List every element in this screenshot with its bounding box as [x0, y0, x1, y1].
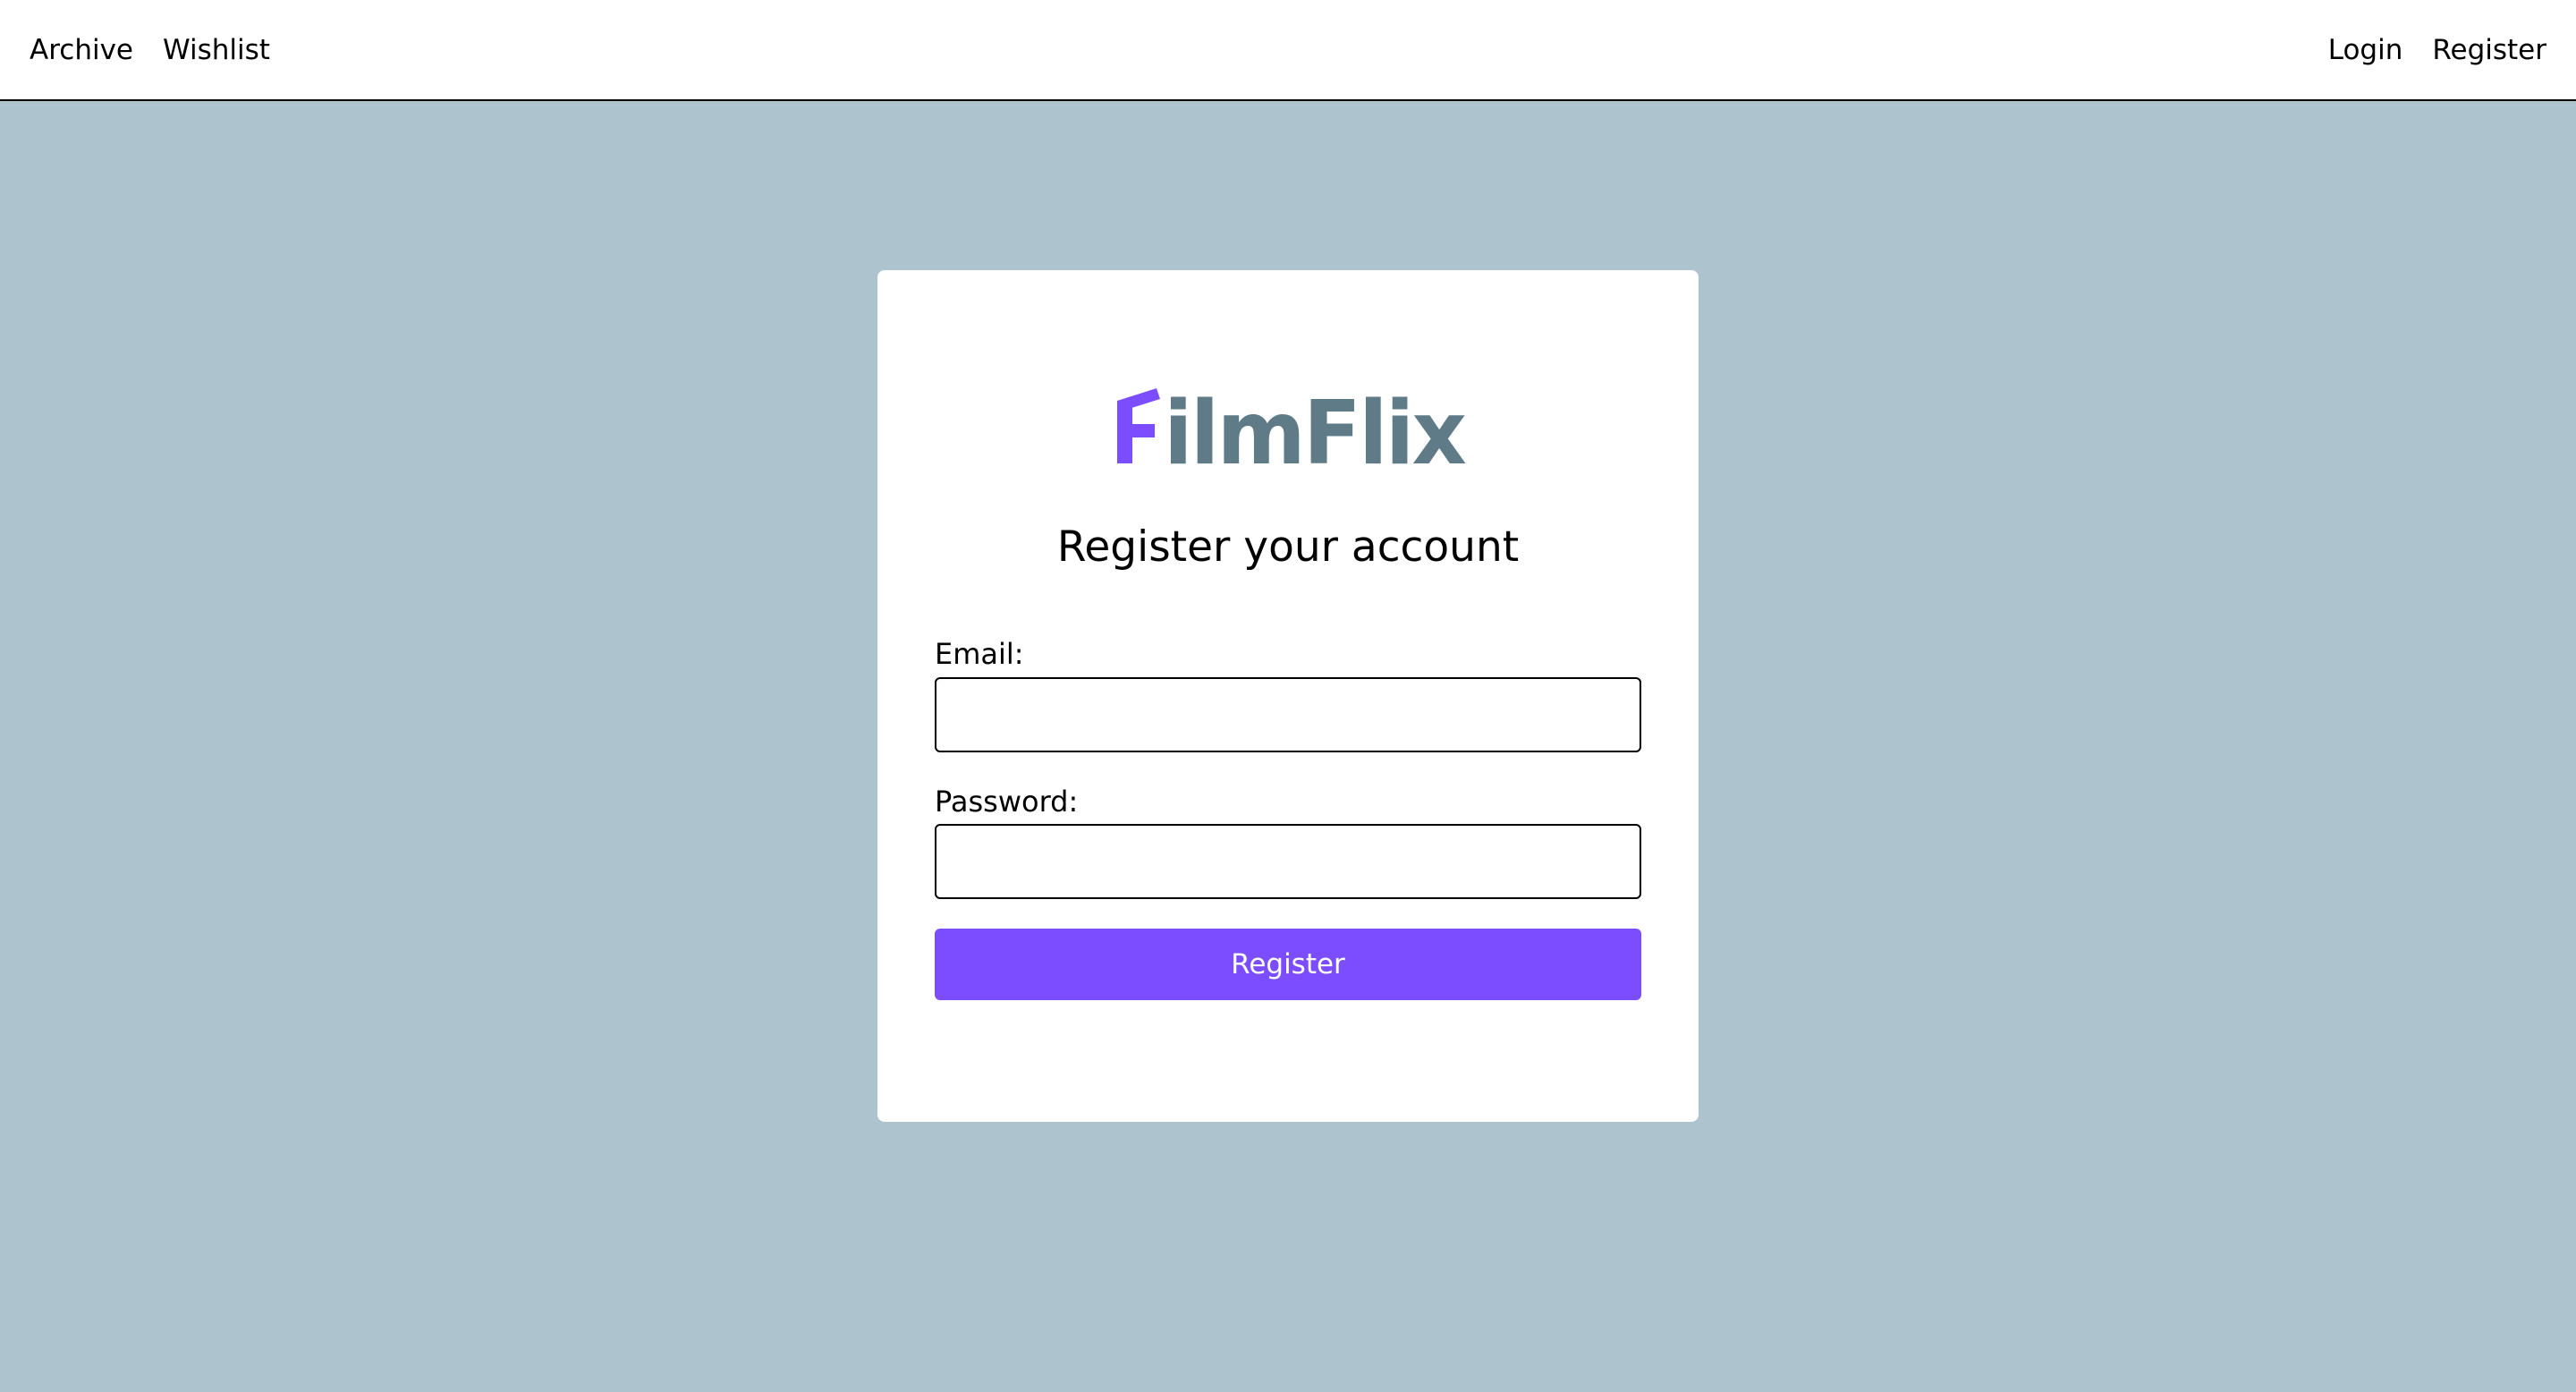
password-field[interactable]: [935, 824, 1641, 899]
nav-link-archive[interactable]: Archive: [30, 34, 133, 66]
logo-wordmark: ilmFlix: [1164, 388, 1466, 469]
page-title: Register your account: [1056, 522, 1520, 572]
register-button[interactable]: Register: [935, 929, 1641, 1000]
email-label: Email:: [935, 637, 1024, 671]
password-label: Password:: [935, 785, 1079, 819]
nav-left-group: Archive Wishlist: [30, 0, 270, 99]
nav-link-wishlist[interactable]: Wishlist: [163, 34, 270, 66]
logo-f-mark: [1117, 388, 1160, 463]
nav-right-group: Login Register: [2328, 0, 2546, 99]
filmflix-logo-image: ilmFlix: [1117, 388, 1468, 469]
nav-link-login[interactable]: Login: [2328, 34, 2403, 66]
email-field[interactable]: [935, 677, 1641, 752]
filmflix-logo: ilmFlix: [1110, 388, 1468, 469]
top-navbar: Archive Wishlist Login Register: [0, 0, 2576, 101]
nav-link-register[interactable]: Register: [2432, 34, 2546, 66]
register-card: ilmFlix Register your account Email: Pas…: [877, 270, 1699, 1122]
